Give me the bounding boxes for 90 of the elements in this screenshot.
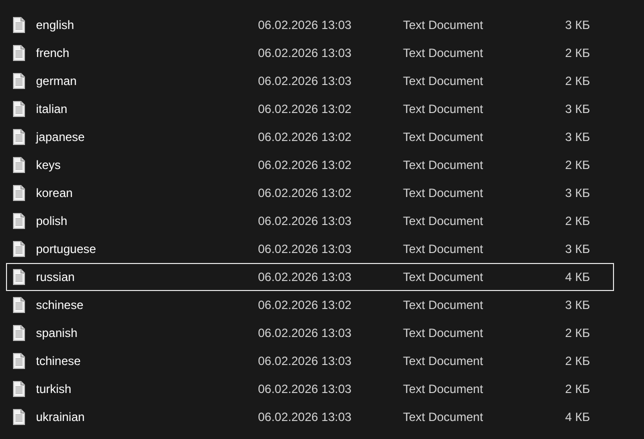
file-type: Text Document [403, 269, 484, 286]
document-icon [13, 409, 25, 425]
file-type: Text Document [403, 325, 484, 342]
file-row[interactable]: spanish 06.02.2026 13:03 Text Document 2 КБ [6, 319, 614, 347]
date-modified: 06.02.2026 13:02 [258, 157, 352, 174]
file-row[interactable]: tchinese 06.02.2026 13:03 Text Document 2 КБ [6, 347, 614, 375]
date-modified: 06.02.2026 13:03 [258, 381, 352, 398]
file-name: keys [36, 157, 62, 174]
file-size: 3 КБ [564, 17, 590, 34]
file-size: 4 КБ [564, 269, 590, 286]
file-row[interactable]: korean 06.02.2026 13:02 Text Document 3 КБ [6, 179, 614, 207]
document-icon [13, 241, 25, 257]
file-size: 2 КБ [564, 325, 590, 342]
file-row[interactable]: ukrainian 06.02.2026 13:03 Text Document 4 КБ [6, 403, 614, 431]
file-name: italian [36, 101, 68, 118]
file-size: 2 КБ [564, 73, 590, 90]
file-size: 3 КБ [564, 101, 590, 118]
file-size: 2 КБ [564, 157, 590, 174]
file-name: spanish [36, 325, 78, 342]
date-modified: 06.02.2026 13:03 [258, 269, 352, 286]
file-size: 3 КБ [564, 129, 590, 146]
file-name: turkish [36, 381, 72, 398]
file-type: Text Document [403, 185, 484, 202]
date-modified: 06.02.2026 13:03 [258, 17, 352, 34]
file-type: Text Document [403, 73, 484, 90]
date-modified: 06.02.2026 13:02 [258, 297, 352, 314]
document-icon [13, 353, 25, 369]
file-row[interactable]: japanese 06.02.2026 13:02 Text Document 3 КБ [6, 123, 614, 151]
file-name: korean [36, 185, 74, 202]
file-type: Text Document [403, 17, 484, 34]
document-icon [13, 129, 25, 145]
file-type: Text Document [403, 297, 484, 314]
file-type: Text Document [403, 409, 484, 426]
file-name: schinese [36, 297, 84, 314]
date-modified: 06.02.2026 13:03 [258, 45, 352, 62]
file-type: Text Document [403, 101, 484, 118]
date-modified: 06.02.2026 13:03 [258, 213, 352, 230]
file-row[interactable]: french 06.02.2026 13:03 Text Document 2 КБ [6, 39, 614, 67]
document-icon [13, 185, 25, 201]
file-name: french [36, 45, 70, 62]
document-icon [13, 17, 25, 33]
file-row[interactable]: italian 06.02.2026 13:02 Text Document 3 КБ [6, 95, 614, 123]
file-name: russian [36, 269, 76, 286]
file-type: Text Document [403, 45, 484, 62]
file-row[interactable]: polish 06.02.2026 13:03 Text Document 2 КБ [6, 207, 614, 235]
file-name: ukrainian [36, 409, 86, 426]
file-size: 2 КБ [564, 213, 590, 230]
document-icon [13, 297, 25, 313]
file-name: tchinese [36, 353, 82, 370]
file-row[interactable]: schinese 06.02.2026 13:02 Text Document 3 КБ [6, 291, 614, 319]
file-row[interactable]: german 06.02.2026 13:03 Text Document 2 КБ [6, 67, 614, 95]
file-size: 2 КБ [564, 381, 590, 398]
file-type: Text Document [403, 353, 484, 370]
date-modified: 06.02.2026 13:03 [258, 409, 352, 426]
date-modified: 06.02.2026 13:03 [258, 241, 352, 258]
file-row[interactable]: english 06.02.2026 13:03 Text Document 3 КБ [6, 11, 614, 39]
file-type: Text Document [403, 213, 484, 230]
date-modified: 06.02.2026 13:02 [258, 129, 352, 146]
file-size: 4 КБ [564, 409, 590, 426]
file-size: 3 КБ [564, 241, 590, 258]
file-name: english [36, 17, 76, 34]
file-row[interactable]: portuguese 06.02.2026 13:03 Text Document 3 КБ [6, 235, 614, 263]
file-type: Text Document [403, 241, 484, 258]
file-size: 3 КБ [564, 297, 590, 314]
document-icon [13, 213, 25, 229]
file-type: Text Document [403, 129, 484, 146]
document-icon [13, 157, 25, 173]
file-name: japanese [36, 129, 86, 146]
document-icon [13, 101, 25, 117]
date-modified: 06.02.2026 13:03 [258, 353, 352, 370]
file-name: portuguese [36, 241, 98, 258]
date-modified: 06.02.2026 13:02 [258, 101, 352, 118]
file-row[interactable]: russian 06.02.2026 13:03 Text Document 4 КБ [6, 263, 614, 291]
file-row[interactable]: turkish 06.02.2026 13:03 Text Document 2 КБ [6, 375, 614, 403]
document-icon [13, 381, 25, 397]
date-modified: 06.02.2026 13:02 [258, 185, 352, 202]
file-row[interactable]: keys 06.02.2026 13:02 Text Document 2 КБ [6, 151, 614, 179]
date-modified: 06.02.2026 13:03 [258, 73, 352, 90]
document-icon [13, 269, 25, 285]
file-name: polish [36, 213, 68, 230]
file-type: Text Document [403, 381, 484, 398]
file-size: 2 КБ [564, 353, 590, 370]
document-icon [13, 73, 25, 89]
file-name: german [36, 73, 78, 90]
date-modified: 06.02.2026 13:03 [258, 325, 352, 342]
file-type: Text Document [403, 157, 484, 174]
document-icon [13, 325, 25, 341]
file-size: 2 КБ [564, 45, 590, 62]
file-size: 3 КБ [564, 185, 590, 202]
document-icon [13, 45, 25, 61]
